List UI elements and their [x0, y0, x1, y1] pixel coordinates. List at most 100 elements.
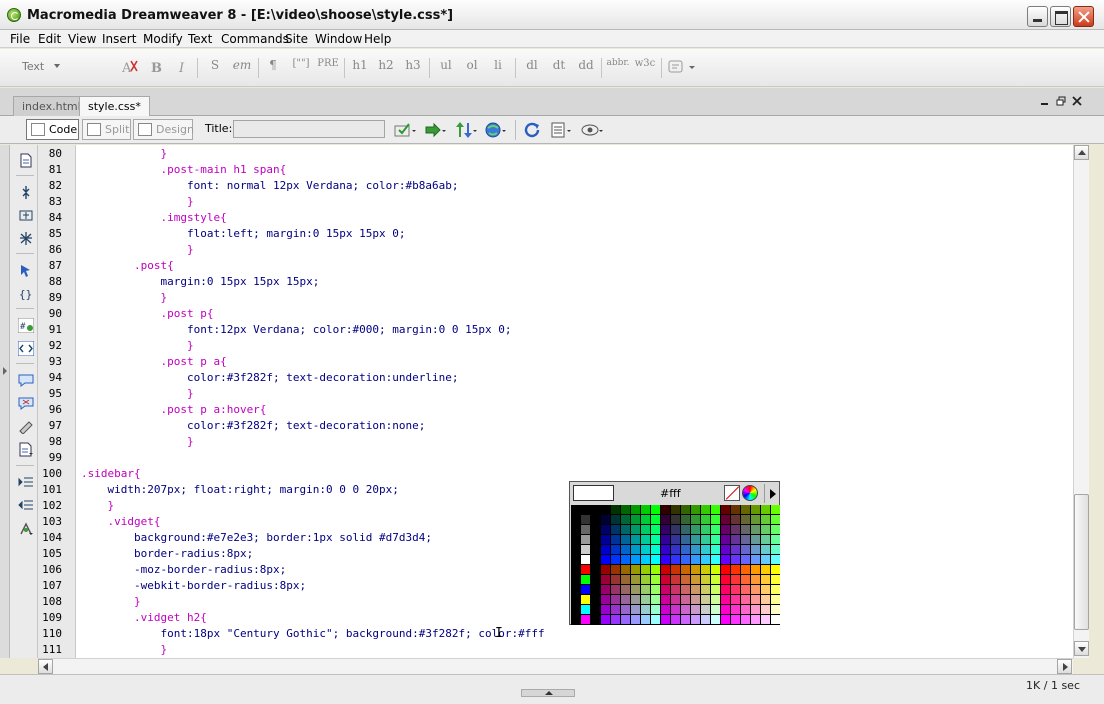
color-swatch[interactable]: [651, 555, 660, 564]
color-swatch[interactable]: [731, 565, 740, 574]
close-button[interactable]: [1073, 6, 1094, 27]
color-swatch[interactable]: [761, 525, 770, 534]
color-swatch[interactable]: [741, 515, 750, 524]
color-swatch[interactable]: [621, 605, 630, 614]
color-swatch[interactable]: [631, 615, 640, 624]
color-swatch[interactable]: [661, 565, 670, 574]
color-swatch[interactable]: [761, 615, 770, 624]
color-swatch[interactable]: [581, 585, 590, 594]
color-swatch[interactable]: [681, 595, 690, 604]
color-swatch[interactable]: [671, 505, 680, 514]
tab-style-css[interactable]: style.css*: [79, 96, 150, 116]
get-put-arrows-icon[interactable]: [454, 121, 478, 139]
color-swatch[interactable]: [641, 575, 650, 584]
color-swatch[interactable]: [671, 515, 680, 524]
code-line[interactable]: }: [81, 387, 194, 400]
color-swatch[interactable]: [651, 595, 660, 604]
color-swatch[interactable]: [731, 515, 740, 524]
color-swatch[interactable]: [711, 615, 720, 624]
color-swatch[interactable]: [631, 575, 640, 584]
color-swatch[interactable]: [731, 545, 740, 554]
color-swatch[interactable]: [761, 545, 770, 554]
menu-window[interactable]: Window: [315, 32, 362, 46]
color-swatch[interactable]: [651, 615, 660, 624]
color-swatch[interactable]: [671, 535, 680, 544]
color-swatch[interactable]: [701, 525, 710, 534]
menu-modify[interactable]: Modify: [143, 32, 183, 46]
color-swatch[interactable]: [711, 595, 720, 604]
color-swatch[interactable]: [771, 555, 780, 564]
code-line[interactable]: -webkit-border-radius:8px;: [81, 579, 306, 592]
color-swatch[interactable]: [711, 585, 720, 594]
color-swatch[interactable]: [581, 515, 590, 524]
color-swatch[interactable]: [621, 535, 630, 544]
minimize-button[interactable]: [1027, 6, 1048, 27]
color-swatch[interactable]: [631, 545, 640, 554]
color-swatch[interactable]: [581, 535, 590, 544]
color-swatch[interactable]: [771, 565, 780, 574]
characters-menu-icon[interactable]: [667, 58, 697, 76]
color-swatch[interactable]: [661, 615, 670, 624]
properties-panel-expander[interactable]: [521, 689, 575, 697]
color-swatch[interactable]: [661, 595, 670, 604]
color-swatch[interactable]: [681, 585, 690, 594]
collapse-full-tag-icon[interactable]: [18, 185, 34, 200]
color-swatch[interactable]: [721, 525, 730, 534]
color-swatch[interactable]: [631, 555, 640, 564]
color-swatch[interactable]: [771, 545, 780, 554]
scroll-up-button[interactable]: [1074, 145, 1089, 160]
code-line[interactable]: font: normal 12px Verdana; color:#b8a6ab…: [81, 179, 459, 192]
color-swatch[interactable]: [751, 555, 760, 564]
color-swatch[interactable]: [691, 585, 700, 594]
chevron-down-icon[interactable]: [54, 64, 60, 68]
color-swatch[interactable]: [771, 515, 780, 524]
color-swatch[interactable]: [711, 575, 720, 584]
color-swatch[interactable]: [761, 555, 770, 564]
color-swatch[interactable]: [601, 535, 610, 544]
color-swatch[interactable]: [621, 555, 630, 564]
color-swatch[interactable]: [751, 615, 760, 624]
color-swatch[interactable]: [691, 595, 700, 604]
color-swatch[interactable]: [751, 545, 760, 554]
color-swatch[interactable]: [721, 595, 730, 604]
code-line[interactable]: }: [81, 291, 167, 304]
color-swatch[interactable]: [601, 595, 610, 604]
color-swatch-grid[interactable]: [571, 505, 780, 625]
code-line[interactable]: font:18px "Century Gothic"; background:#…: [81, 627, 544, 640]
code-line[interactable]: .post{: [81, 259, 174, 272]
color-swatch[interactable]: [601, 585, 610, 594]
color-swatch[interactable]: [611, 605, 620, 614]
definition-description-button[interactable]: dd: [576, 58, 596, 76]
color-swatch[interactable]: [731, 525, 740, 534]
code-line[interactable]: }: [81, 643, 167, 656]
em-button[interactable]: em: [230, 58, 254, 76]
wrap-tag-icon[interactable]: [18, 419, 34, 434]
color-swatch[interactable]: [711, 525, 720, 534]
color-swatch[interactable]: [721, 505, 730, 514]
code-line[interactable]: float:left; margin:0 15px 15px 0;: [81, 227, 406, 240]
color-swatch[interactable]: [771, 535, 780, 544]
tab-restore-icon[interactable]: [1056, 96, 1066, 106]
color-swatch[interactable]: [641, 595, 650, 604]
color-swatch[interactable]: [651, 515, 660, 524]
paragraph-button[interactable]: ¶: [264, 58, 282, 76]
color-swatch[interactable]: [761, 605, 770, 614]
code-line[interactable]: font:12px Verdana; color:#000; margin:0 …: [81, 323, 512, 336]
color-swatch[interactable]: [741, 575, 750, 584]
color-swatch[interactable]: [611, 595, 620, 604]
color-swatch[interactable]: [671, 565, 680, 574]
expand-arrow-icon[interactable]: [3, 367, 7, 375]
color-swatch[interactable]: [721, 585, 730, 594]
code-line[interactable]: .vidget h2{: [81, 611, 207, 624]
color-swatch[interactable]: [741, 505, 750, 514]
menu-site[interactable]: Site: [285, 32, 308, 46]
code-line[interactable]: -moz-border-radius:8px;: [81, 563, 286, 576]
color-swatch[interactable]: [771, 575, 780, 584]
color-swatch[interactable]: [761, 595, 770, 604]
color-swatch[interactable]: [641, 555, 650, 564]
color-swatch[interactable]: [601, 555, 610, 564]
heading2-button[interactable]: h2: [376, 58, 396, 76]
color-swatch[interactable]: [671, 525, 680, 534]
color-swatch[interactable]: [771, 585, 780, 594]
palette-menu-arrow-icon[interactable]: [764, 484, 780, 503]
